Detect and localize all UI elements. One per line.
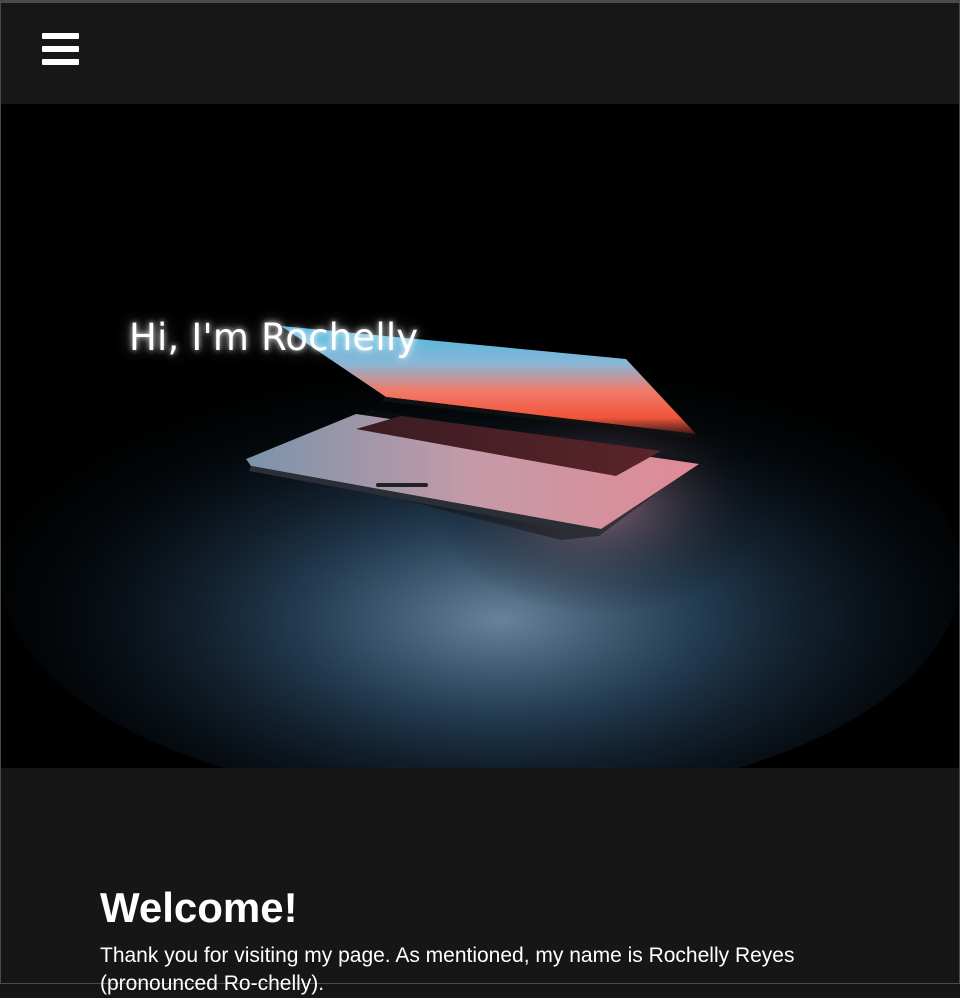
hamburger-menu-icon[interactable] [42, 31, 79, 68]
navbar [1, 3, 959, 104]
welcome-section: Welcome! Thank you for visiting my page.… [1, 768, 959, 995]
welcome-text: Thank you for visiting my page. As menti… [100, 944, 795, 995]
hero-section: Hi, I'm Rochelly [1, 104, 959, 768]
hero-title: Hi, I'm Rochelly [129, 316, 419, 359]
laptop-glow-photo [1, 104, 959, 768]
welcome-heading: Welcome! [100, 884, 298, 931]
